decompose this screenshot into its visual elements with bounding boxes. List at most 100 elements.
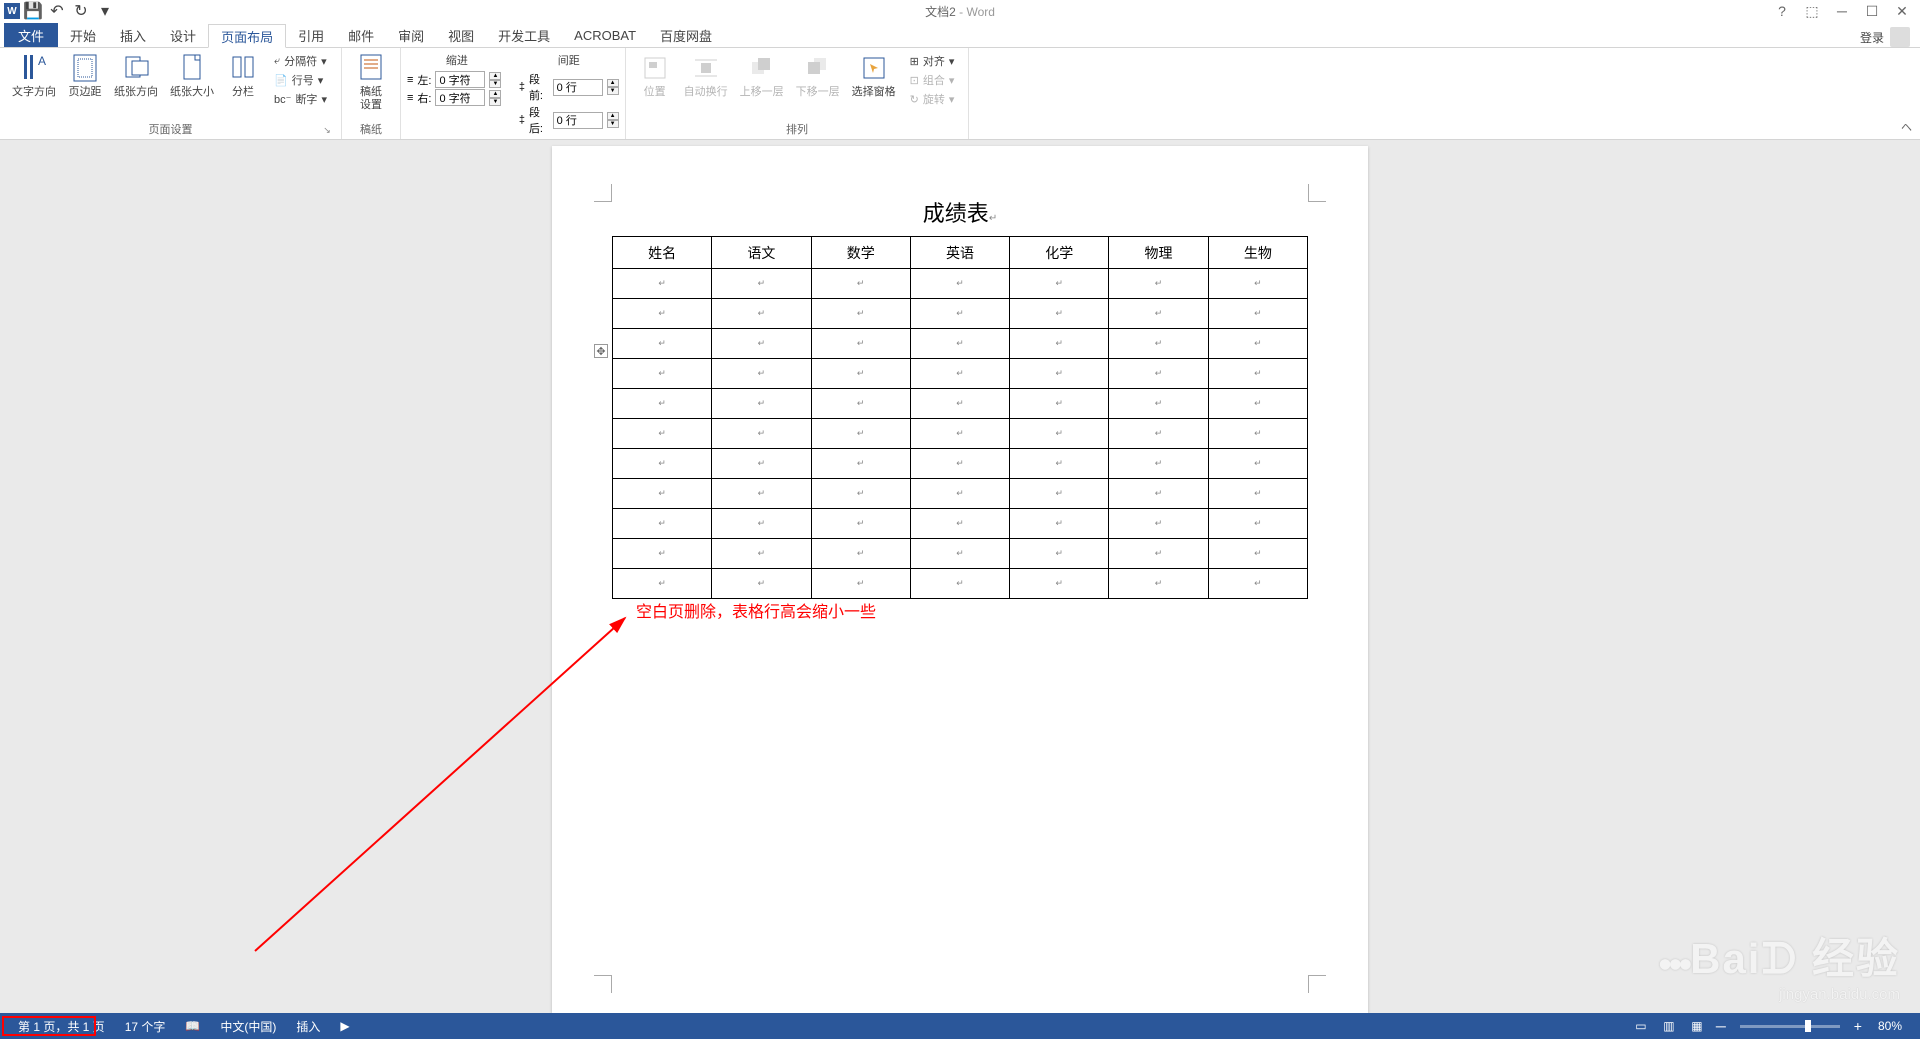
document-title[interactable]: 成绩表↵ bbox=[612, 196, 1308, 228]
table-cell[interactable]: ↵ bbox=[811, 569, 910, 599]
table-header-cell[interactable]: 语文 bbox=[712, 237, 811, 269]
status-language[interactable]: 中文(中国) bbox=[210, 1013, 286, 1039]
status-macro[interactable]: ▶ bbox=[330, 1013, 359, 1039]
table-cell[interactable]: ↵ bbox=[910, 539, 1009, 569]
table-cell[interactable]: ↵ bbox=[910, 449, 1009, 479]
table-cell[interactable]: ↵ bbox=[1208, 539, 1307, 569]
table-cell[interactable]: ↵ bbox=[1010, 269, 1109, 299]
tab-baidu-netdisk[interactable]: 百度网盘 bbox=[648, 23, 724, 47]
table-cell[interactable]: ↵ bbox=[1010, 479, 1109, 509]
table-cell[interactable]: ↵ bbox=[1109, 449, 1208, 479]
table-cell[interactable]: ↵ bbox=[1208, 269, 1307, 299]
table-cell[interactable]: ↵ bbox=[1010, 389, 1109, 419]
ribbon-display-button[interactable]: ⬚ bbox=[1798, 1, 1826, 21]
table-row[interactable]: ↵↵↵↵↵↵↵ bbox=[613, 359, 1308, 389]
table-cell[interactable]: ↵ bbox=[910, 509, 1009, 539]
qat-redo-button[interactable]: ↻ bbox=[70, 1, 92, 21]
table-cell[interactable]: ↵ bbox=[1010, 419, 1109, 449]
tab-page-layout[interactable]: 页面布局 bbox=[208, 24, 286, 48]
maximize-button[interactable]: ☐ bbox=[1858, 1, 1886, 21]
table-cell[interactable]: ↵ bbox=[910, 299, 1009, 329]
spacing-before-down[interactable]: ▼ bbox=[607, 87, 619, 95]
table-cell[interactable]: ↵ bbox=[1010, 569, 1109, 599]
table-cell[interactable]: ↵ bbox=[910, 269, 1009, 299]
table-cell[interactable]: ↵ bbox=[712, 569, 811, 599]
view-print-button[interactable]: ▥ bbox=[1656, 1015, 1682, 1037]
table-cell[interactable]: ↵ bbox=[910, 359, 1009, 389]
table-cell[interactable]: ↵ bbox=[1010, 299, 1109, 329]
table-cell[interactable]: ↵ bbox=[712, 389, 811, 419]
view-read-button[interactable]: ▭ bbox=[1628, 1015, 1654, 1037]
table-cell[interactable]: ↵ bbox=[1109, 419, 1208, 449]
qat-customize-button[interactable]: ▾ bbox=[94, 1, 116, 21]
user-avatar[interactable] bbox=[1890, 27, 1910, 47]
tab-review[interactable]: 审阅 bbox=[386, 23, 436, 47]
table-row[interactable]: ↵↵↵↵↵↵↵ bbox=[613, 419, 1308, 449]
table-header-cell[interactable]: 姓名 bbox=[613, 237, 712, 269]
text-direction-button[interactable]: A 文字方向 bbox=[6, 50, 62, 101]
tab-home[interactable]: 开始 bbox=[58, 23, 108, 47]
table-cell[interactable]: ↵ bbox=[1208, 419, 1307, 449]
table-cell[interactable]: ↵ bbox=[1010, 539, 1109, 569]
table-cell[interactable]: ↵ bbox=[613, 419, 712, 449]
table-cell[interactable]: ↵ bbox=[712, 449, 811, 479]
table-cell[interactable]: ↵ bbox=[811, 449, 910, 479]
table-cell[interactable]: ↵ bbox=[613, 389, 712, 419]
table-cell[interactable]: ↵ bbox=[1010, 509, 1109, 539]
table-row[interactable]: ↵↵↵↵↵↵↵ bbox=[613, 269, 1308, 299]
table-cell[interactable]: ↵ bbox=[712, 329, 811, 359]
table-cell[interactable]: ↵ bbox=[910, 419, 1009, 449]
spacing-after-input[interactable] bbox=[553, 112, 603, 129]
table-row[interactable]: ↵↵↵↵↵↵↵ bbox=[613, 329, 1308, 359]
table-cell[interactable]: ↵ bbox=[1010, 359, 1109, 389]
table-cell[interactable]: ↵ bbox=[1010, 329, 1109, 359]
table-cell[interactable]: ↵ bbox=[613, 299, 712, 329]
table-row[interactable]: ↵↵↵↵↵↵↵ bbox=[613, 389, 1308, 419]
table-cell[interactable]: ↵ bbox=[811, 419, 910, 449]
tab-references[interactable]: 引用 bbox=[286, 23, 336, 47]
tab-design[interactable]: 设计 bbox=[158, 23, 208, 47]
table-cell[interactable]: ↵ bbox=[613, 359, 712, 389]
document-area[interactable]: ✥ 成绩表↵ 姓名 语文 数学 英语 化学 物理 生物 ↵↵↵↵↵↵↵↵↵↵↵↵… bbox=[0, 140, 1920, 1013]
table-header-cell[interactable]: 化学 bbox=[1010, 237, 1109, 269]
columns-button[interactable]: 分栏 bbox=[220, 50, 266, 101]
table-move-handle[interactable]: ✥ bbox=[594, 344, 608, 358]
table-cell[interactable]: ↵ bbox=[1208, 359, 1307, 389]
table-cell[interactable]: ↵ bbox=[712, 419, 811, 449]
status-page[interactable]: 第 1 页，共 1 页 bbox=[8, 1013, 115, 1039]
table-cell[interactable]: ↵ bbox=[1109, 539, 1208, 569]
table-cell[interactable]: ↵ bbox=[613, 269, 712, 299]
table-header-row[interactable]: 姓名 语文 数学 英语 化学 物理 生物 bbox=[613, 237, 1308, 269]
table-cell[interactable]: ↵ bbox=[1208, 449, 1307, 479]
table-cell[interactable]: ↵ bbox=[910, 569, 1009, 599]
document-page[interactable]: ✥ 成绩表↵ 姓名 语文 数学 英语 化学 物理 生物 ↵↵↵↵↵↵↵↵↵↵↵↵… bbox=[552, 146, 1368, 1013]
zoom-slider-thumb[interactable] bbox=[1805, 1020, 1811, 1032]
indent-left-up[interactable]: ▲ bbox=[489, 72, 501, 80]
table-cell[interactable]: ↵ bbox=[613, 329, 712, 359]
table-cell[interactable]: ↵ bbox=[1109, 479, 1208, 509]
zoom-out-button[interactable]: ─ bbox=[1712, 1018, 1730, 1034]
qat-save-button[interactable]: 💾 bbox=[22, 1, 44, 21]
tab-file[interactable]: 文件 bbox=[4, 23, 58, 47]
table-cell[interactable]: ↵ bbox=[910, 329, 1009, 359]
hyphenation-button[interactable]: bc⁻断字 ▾ bbox=[268, 90, 333, 108]
table-cell[interactable]: ↵ bbox=[613, 539, 712, 569]
status-word-count[interactable]: 17 个字 bbox=[115, 1013, 176, 1039]
table-cell[interactable]: ↵ bbox=[613, 449, 712, 479]
table-cell[interactable]: ↵ bbox=[811, 539, 910, 569]
page-setup-launcher[interactable]: ↘ bbox=[321, 125, 333, 137]
grade-table[interactable]: 姓名 语文 数学 英语 化学 物理 生物 ↵↵↵↵↵↵↵↵↵↵↵↵↵↵↵↵↵↵↵… bbox=[612, 236, 1308, 599]
indent-right-input[interactable] bbox=[435, 89, 485, 106]
table-row[interactable]: ↵↵↵↵↵↵↵ bbox=[613, 509, 1308, 539]
table-cell[interactable]: ↵ bbox=[811, 299, 910, 329]
table-cell[interactable]: ↵ bbox=[1109, 509, 1208, 539]
table-cell[interactable]: ↵ bbox=[1208, 389, 1307, 419]
table-header-cell[interactable]: 物理 bbox=[1109, 237, 1208, 269]
table-row[interactable]: ↵↵↵↵↵↵↵ bbox=[613, 569, 1308, 599]
selection-pane-button[interactable]: 选择窗格 bbox=[846, 50, 902, 101]
table-cell[interactable]: ↵ bbox=[910, 389, 1009, 419]
table-cell[interactable]: ↵ bbox=[1109, 359, 1208, 389]
table-cell[interactable]: ↵ bbox=[1208, 509, 1307, 539]
table-cell[interactable]: ↵ bbox=[712, 359, 811, 389]
indent-right-down[interactable]: ▼ bbox=[489, 98, 501, 106]
